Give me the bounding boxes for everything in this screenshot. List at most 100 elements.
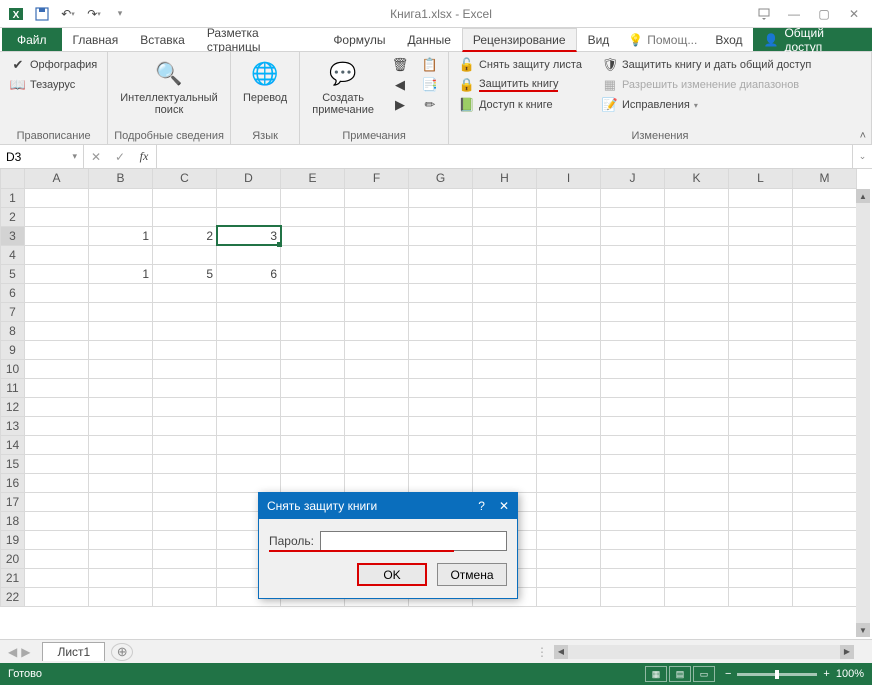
row-header[interactable]: 22	[1, 587, 25, 606]
cell[interactable]	[601, 397, 665, 416]
cell[interactable]	[153, 188, 217, 207]
cell[interactable]	[409, 378, 473, 397]
cell[interactable]	[601, 359, 665, 378]
cell[interactable]	[473, 302, 537, 321]
cell[interactable]	[345, 188, 409, 207]
row-header[interactable]: 7	[1, 302, 25, 321]
track-changes-button[interactable]: 📝Исправления ▾	[598, 96, 815, 114]
row-header[interactable]: 11	[1, 378, 25, 397]
cell[interactable]	[409, 416, 473, 435]
cell[interactable]	[153, 473, 217, 492]
sheet-prev-icon[interactable]: ◀	[8, 645, 17, 659]
col-header[interactable]: K	[665, 169, 729, 188]
zoom-control[interactable]: − + 100%	[725, 668, 864, 680]
cell[interactable]	[89, 378, 153, 397]
collapse-ribbon-icon[interactable]: ˄	[860, 130, 866, 142]
minimize-icon[interactable]: —	[780, 2, 808, 26]
cell[interactable]	[409, 302, 473, 321]
cell[interactable]	[665, 245, 729, 264]
cell[interactable]	[217, 378, 281, 397]
cell[interactable]	[409, 245, 473, 264]
cell[interactable]	[537, 473, 601, 492]
cell[interactable]	[665, 378, 729, 397]
cell[interactable]	[217, 473, 281, 492]
cell[interactable]	[601, 378, 665, 397]
cell[interactable]	[473, 416, 537, 435]
cell[interactable]	[25, 359, 89, 378]
cell[interactable]	[89, 454, 153, 473]
cell[interactable]: 1	[89, 264, 153, 283]
cell[interactable]	[793, 283, 857, 302]
cell[interactable]	[281, 188, 345, 207]
cell[interactable]	[601, 568, 665, 587]
cell[interactable]	[473, 321, 537, 340]
cell[interactable]	[729, 340, 793, 359]
cancel-button[interactable]: Отмена	[437, 563, 507, 586]
horizontal-scrollbar[interactable]: ◀ ▶	[554, 645, 854, 659]
row-header[interactable]: 8	[1, 321, 25, 340]
cell[interactable]	[601, 435, 665, 454]
cell[interactable]: 3	[217, 226, 281, 245]
cell[interactable]	[729, 378, 793, 397]
cell[interactable]	[153, 530, 217, 549]
cell[interactable]	[537, 511, 601, 530]
row-header[interactable]: 18	[1, 511, 25, 530]
col-header[interactable]: G	[409, 169, 473, 188]
cell[interactable]	[665, 226, 729, 245]
new-comment-button[interactable]: 💬 Создать примечание	[306, 56, 380, 118]
cell[interactable]	[473, 454, 537, 473]
cancel-formula-icon[interactable]: ✕	[84, 150, 108, 164]
cell[interactable]	[409, 359, 473, 378]
cell[interactable]	[281, 340, 345, 359]
cell[interactable]	[25, 397, 89, 416]
cell[interactable]	[665, 454, 729, 473]
cell[interactable]	[793, 416, 857, 435]
dialog-close-icon[interactable]: ✕	[499, 499, 509, 513]
cell[interactable]	[601, 340, 665, 359]
cell[interactable]	[281, 473, 345, 492]
row-header[interactable]: 16	[1, 473, 25, 492]
cell[interactable]	[153, 321, 217, 340]
cell[interactable]	[473, 264, 537, 283]
cell[interactable]	[665, 568, 729, 587]
cell[interactable]	[25, 568, 89, 587]
tab-file[interactable]: Файл	[2, 28, 62, 51]
col-header[interactable]: C	[153, 169, 217, 188]
cell[interactable]	[281, 378, 345, 397]
cell[interactable]	[473, 359, 537, 378]
cell[interactable]	[345, 321, 409, 340]
cell[interactable]	[729, 435, 793, 454]
unprotect-sheet-button[interactable]: 🔓Снять защиту листа	[455, 56, 586, 74]
cell[interactable]	[793, 587, 857, 606]
cell[interactable]	[537, 587, 601, 606]
cell[interactable]	[25, 378, 89, 397]
cell[interactable]	[601, 283, 665, 302]
cell[interactable]	[793, 226, 857, 245]
col-header[interactable]: L	[729, 169, 793, 188]
cell[interactable]	[665, 587, 729, 606]
cell[interactable]	[665, 321, 729, 340]
cell[interactable]	[473, 397, 537, 416]
cell[interactable]	[729, 283, 793, 302]
cell[interactable]	[537, 549, 601, 568]
cell[interactable]	[729, 492, 793, 511]
protect-workbook-button[interactable]: 🔒Защитить книгу	[455, 76, 586, 94]
show-comment-button[interactable]: 📋	[418, 56, 442, 74]
cell[interactable]	[153, 359, 217, 378]
cell[interactable]	[153, 492, 217, 511]
col-header[interactable]: J	[601, 169, 665, 188]
cell[interactable]	[665, 435, 729, 454]
cell[interactable]	[153, 397, 217, 416]
cell[interactable]	[601, 530, 665, 549]
cell[interactable]	[601, 245, 665, 264]
cell[interactable]	[729, 587, 793, 606]
smart-lookup-button[interactable]: 🔍 Интеллектуальный поиск	[114, 56, 223, 118]
cell[interactable]	[25, 340, 89, 359]
cell[interactable]	[793, 397, 857, 416]
qat-customize-icon[interactable]: ▾	[108, 2, 132, 26]
thesaurus-button[interactable]: 📖Тезаурус	[6, 76, 101, 94]
cell[interactable]	[89, 568, 153, 587]
cell[interactable]	[601, 188, 665, 207]
expand-formula-icon[interactable]: ⌄	[852, 145, 872, 168]
cell[interactable]	[217, 454, 281, 473]
